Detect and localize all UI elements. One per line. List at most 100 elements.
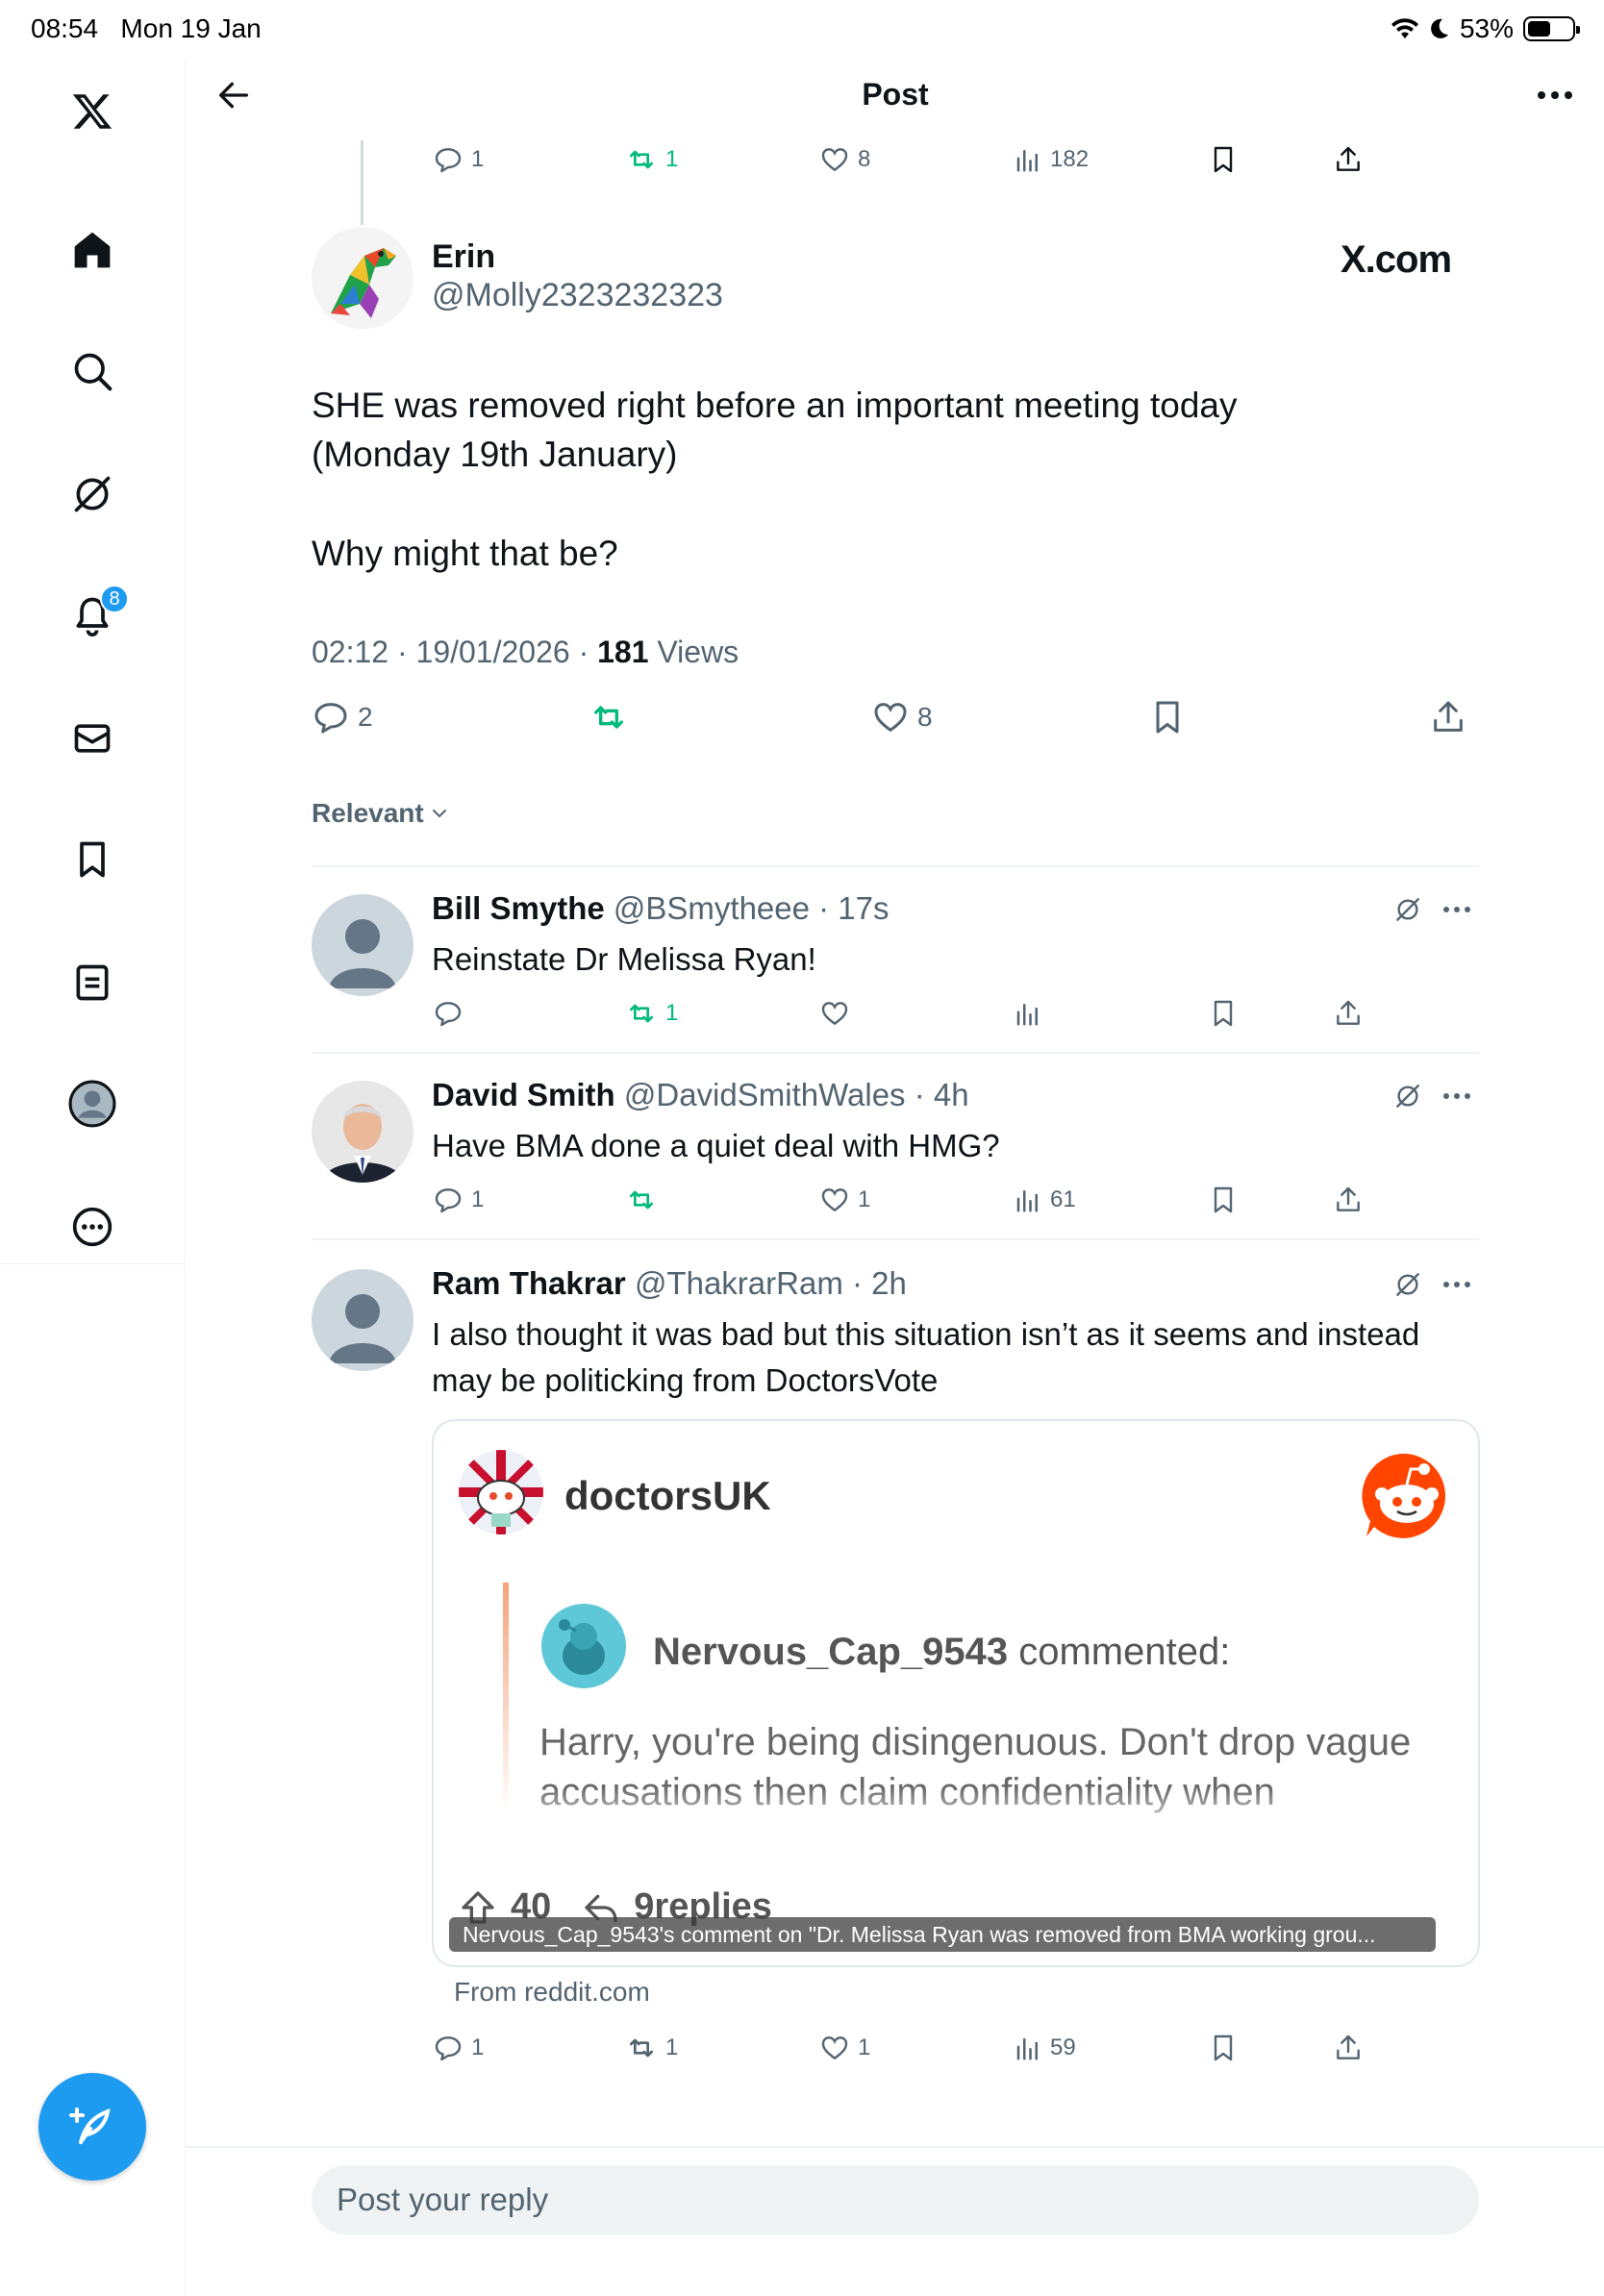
reply-button[interactable]: 1 — [433, 2029, 484, 2067]
bookmark-button[interactable] — [1208, 1181, 1239, 1219]
reply-author-handle[interactable]: @DavidSmithWales — [624, 1077, 906, 1112]
bookmarks-icon[interactable] — [62, 829, 123, 890]
tweet-text: SHE was removed right before an importan… — [312, 381, 1379, 628]
profile-icon[interactable] — [62, 1073, 123, 1135]
eagle-avatar-icon — [312, 227, 414, 329]
avatar[interactable] — [312, 227, 414, 329]
bookmark-icon — [1214, 146, 1233, 173]
battery-level — [1528, 21, 1550, 37]
views-button[interactable] — [1014, 994, 1042, 1033]
avatar[interactable] — [312, 894, 414, 996]
status-time: 08:54 Mon 19 Jan — [31, 13, 262, 43]
views-icon — [1016, 150, 1038, 172]
reply-text: Have BMA done a quiet deal with HMG? — [432, 1128, 1000, 1163]
more-dots-icon[interactable] — [1442, 1092, 1471, 1100]
reply-button[interactable]: 1 — [433, 1181, 484, 1219]
grok-icon[interactable] — [1392, 1269, 1423, 1300]
reply-author-name[interactable]: Ram Thakrar — [432, 1265, 626, 1301]
notifications-icon[interactable]: 8 — [62, 585, 129, 646]
reply-action-bar: 1 — [187, 994, 1604, 1033]
heart-icon — [821, 2036, 848, 2060]
reply-time[interactable]: · 17s — [810, 890, 889, 926]
bookmark-icon — [1214, 1186, 1233, 1213]
repost-button[interactable] — [625, 1181, 658, 1219]
like-button[interactable]: 1 — [819, 1181, 870, 1219]
share-button[interactable] — [1333, 1181, 1364, 1219]
share-button[interactable] — [1333, 140, 1364, 179]
grok-icon[interactable] — [1392, 894, 1423, 925]
commenter-line: Nervous_Cap_9543 commented: — [653, 1631, 1230, 1674]
reply-time[interactable]: · 2h — [843, 1265, 907, 1301]
reply-author-handle[interactable]: @ThakrarRam — [635, 1265, 843, 1301]
reply-time[interactable]: · 4h — [906, 1077, 969, 1112]
divider — [312, 865, 1479, 867]
fade-overlay — [511, 1786, 1472, 1834]
more-dots-icon[interactable] — [1442, 1281, 1471, 1288]
reply-text: Reinstate Dr Melissa Ryan! — [432, 941, 816, 977]
default-avatar-icon — [312, 894, 414, 996]
share-icon — [1337, 1186, 1360, 1211]
author-handle[interactable]: @Molly2323232323 — [432, 277, 723, 314]
bookmark-button[interactable] — [1208, 2029, 1239, 2067]
subreddit-icon — [459, 1450, 543, 1535]
share-button[interactable] — [1429, 698, 1467, 736]
share-button[interactable] — [1333, 2029, 1364, 2067]
repost-button[interactable]: 1 — [625, 140, 678, 179]
tweet-text-paragraph: SHE was removed right before an importan… — [312, 386, 1238, 474]
parent-action-bar: 1 1 8 182 — [187, 140, 1604, 179]
subreddit-name: doctorsUK — [564, 1473, 771, 1518]
views-button[interactable]: 182 — [1014, 140, 1089, 179]
more-icon[interactable] — [62, 1196, 123, 1258]
commenter-avatar — [541, 1604, 626, 1688]
bookmark-icon — [1156, 701, 1179, 734]
quote-bar — [503, 1583, 509, 1813]
like-button[interactable]: 8 — [871, 698, 933, 736]
like-button[interactable] — [819, 994, 850, 1033]
grok-icon[interactable] — [1392, 1081, 1423, 1111]
grok-icon[interactable] — [62, 463, 123, 525]
repost-button[interactable]: 1 — [625, 2029, 678, 2067]
views-button[interactable]: 61 — [1014, 1181, 1076, 1219]
repost-icon — [630, 1190, 653, 1210]
tweet-timestamp[interactable]: 02:12 · 19/01/2026 · — [312, 635, 597, 669]
share-button[interactable] — [1333, 994, 1364, 1033]
reply-icon — [435, 2036, 462, 2061]
compose-button[interactable] — [38, 2073, 146, 2181]
link-card[interactable]: doctorsUK Nervous_Cap_9543 commented: Ha… — [432, 1419, 1480, 1967]
repost-button[interactable]: 1 — [625, 994, 678, 1033]
author-name[interactable]: Erin — [432, 238, 495, 276]
heart-icon — [874, 703, 907, 733]
battery-icon — [1523, 16, 1580, 41]
repost-button[interactable] — [589, 698, 629, 736]
reply-icon — [435, 1188, 462, 1213]
reply-author-name[interactable]: Bill Smythe — [432, 890, 605, 926]
card-source-link[interactable]: From reddit.com — [454, 1977, 650, 2008]
more-dots-icon[interactable] — [1442, 906, 1471, 913]
sort-dropdown[interactable]: Relevant — [312, 798, 451, 829]
sidebar: 8 — [0, 60, 186, 2296]
views-icon — [1016, 1004, 1038, 1026]
main-action-bar: 2 8 — [187, 698, 1604, 736]
reply-button[interactable] — [433, 994, 464, 1033]
messages-icon[interactable] — [62, 708, 123, 769]
more-options-button[interactable] — [1529, 71, 1581, 119]
reply-input[interactable] — [312, 2165, 1479, 2234]
reply-tools — [1392, 894, 1471, 925]
bookmark-button[interactable] — [1208, 994, 1239, 1033]
avatar[interactable] — [312, 1269, 414, 1371]
search-icon[interactable] — [62, 340, 123, 402]
bookmark-button[interactable] — [1148, 698, 1187, 736]
heart-icon — [821, 1002, 848, 1026]
lists-icon[interactable] — [62, 952, 123, 1013]
views-button[interactable]: 59 — [1014, 2029, 1076, 2067]
reply-author-handle[interactable]: @BSmytheee — [614, 890, 810, 926]
x-logo-icon[interactable] — [62, 81, 123, 142]
home-icon[interactable] — [62, 219, 123, 281]
like-button[interactable]: 1 — [819, 2029, 870, 2067]
bookmark-button[interactable] — [1208, 140, 1239, 179]
reply-author-name[interactable]: David Smith — [432, 1077, 615, 1112]
like-button[interactable]: 8 — [819, 140, 870, 179]
reply-button[interactable]: 2 — [312, 698, 373, 736]
reply-button[interactable]: 1 — [433, 140, 484, 179]
avatar[interactable] — [312, 1081, 414, 1183]
